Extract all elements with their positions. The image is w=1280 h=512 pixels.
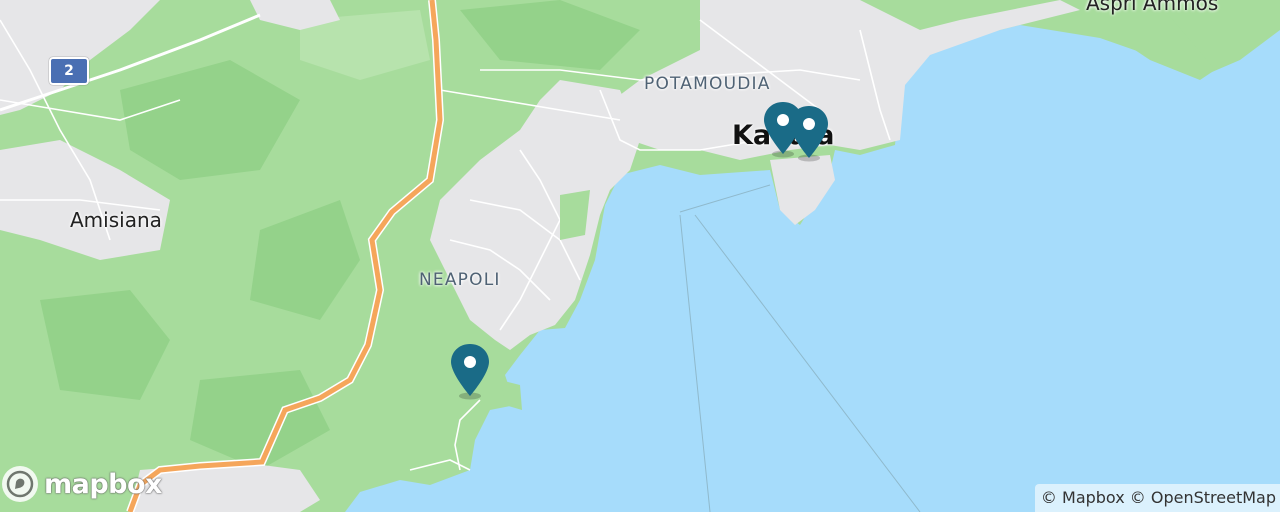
mapbox-logo-icon [2, 466, 38, 502]
map-marker-2[interactable] [788, 104, 830, 162]
road-shield-2: 2 [49, 57, 89, 85]
map-attribution: © Mapbox © OpenStreetMap [1034, 484, 1280, 512]
mapbox-logo[interactable]: mapbox [2, 466, 162, 502]
district-label-potamoudia: POTAMOUDIA [644, 74, 771, 94]
attribution-mapbox-link[interactable]: © Mapbox [1041, 488, 1125, 507]
district-label-neapoli: NEAPOLI [419, 270, 501, 290]
mapbox-logo-text: mapbox [44, 468, 162, 500]
town-label-amisiana: Amisiana [70, 208, 162, 232]
map-canvas[interactable]: POTAMOUDIA Kavala NEAPOLI Amisiana Aspri… [0, 0, 1280, 512]
map-base-layer [0, 0, 1280, 512]
town-label-aspri-ammos: Aspri Ammos [1086, 0, 1219, 15]
attribution-osm-link[interactable]: © OpenStreetMap [1130, 488, 1276, 507]
map-marker-3[interactable] [449, 342, 491, 400]
marker-pin-icon [451, 344, 489, 400]
marker-pin-icon [790, 106, 828, 162]
